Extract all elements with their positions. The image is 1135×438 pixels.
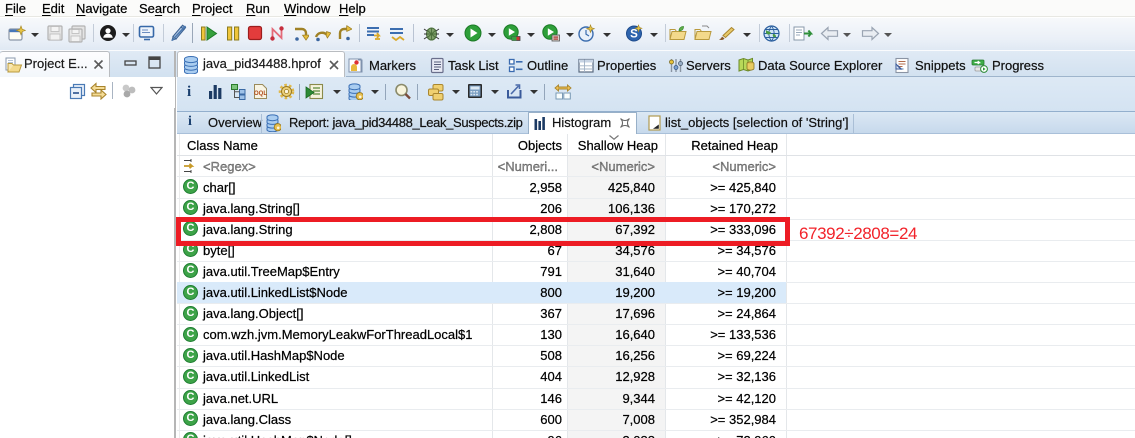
svg-text:OQL: OQL	[254, 91, 267, 97]
svg-text:S: S	[630, 29, 638, 41]
